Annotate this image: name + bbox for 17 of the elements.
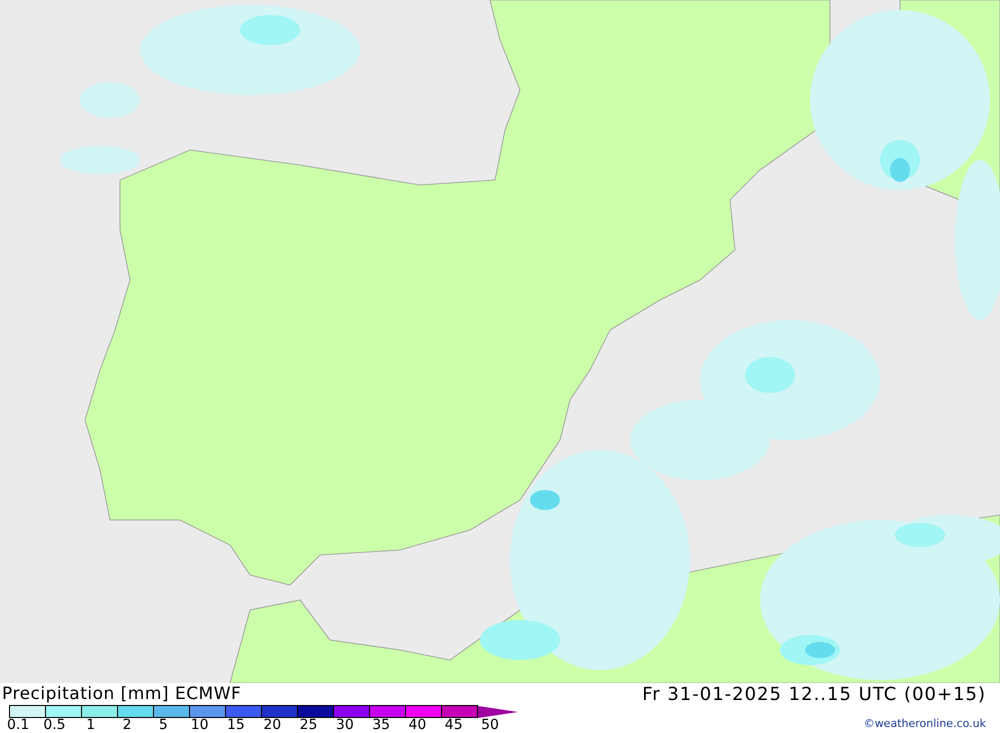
legend-tick-label: 20 [263, 718, 282, 733]
legend-tick-label: 45 [444, 718, 463, 733]
legend-tick-label: 5 [158, 718, 168, 733]
legend-tick-label: 25 [300, 718, 318, 733]
valid-time: Fr 31-01-2025 12..15 UTC (00+15) [642, 683, 986, 707]
legend-tick-label: 30 [336, 718, 354, 733]
legend-tick-label: 40 [408, 718, 426, 733]
legend-tick-label: 50 [481, 718, 499, 733]
legend-tick-label: 10 [190, 718, 209, 733]
legend-tick-label: 0.1 [7, 718, 30, 733]
legend-tick-label: 2 [122, 718, 132, 733]
legend-tick-label: 1 [86, 718, 96, 733]
legend-tick-label: 15 [227, 718, 245, 733]
credit-text: ©weatheronline.co.uk [864, 717, 986, 730]
legend-tick-label: 35 [372, 718, 390, 733]
legend-tick-label: 0.5 [43, 718, 66, 733]
legend-title: Precipitation [mm] ECMWF [1, 683, 242, 705]
